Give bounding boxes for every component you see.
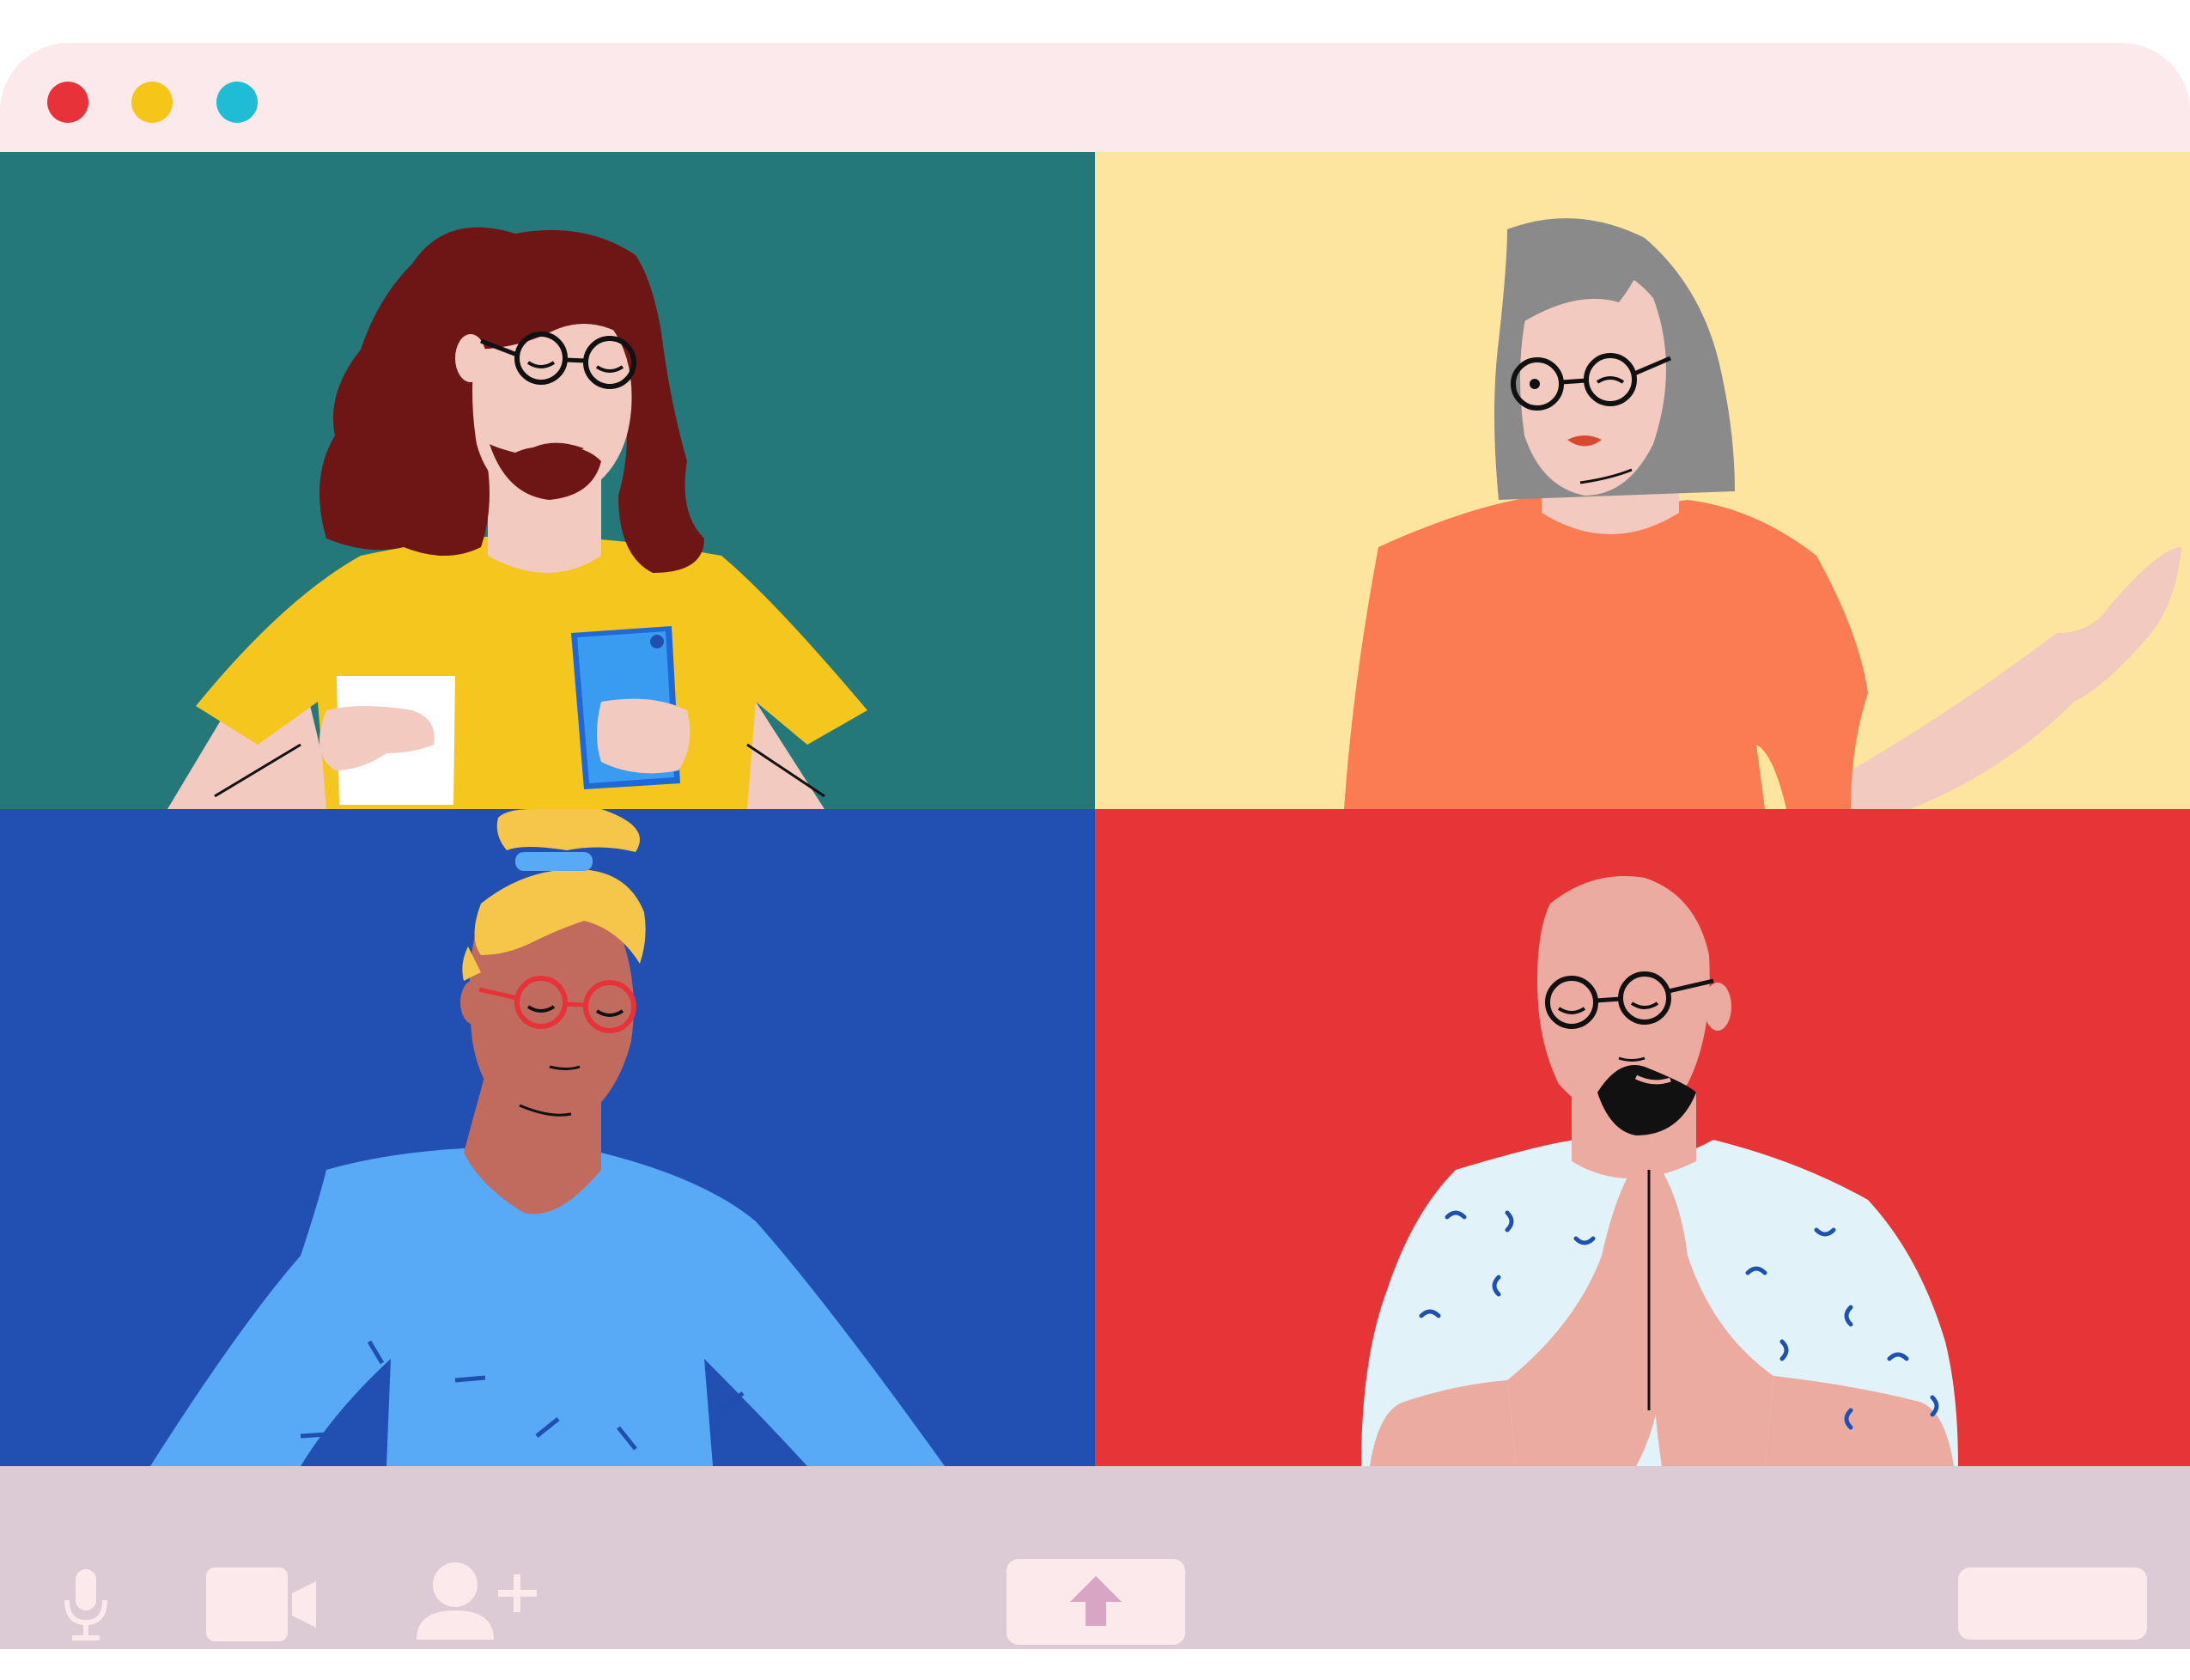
participant-2-illustration bbox=[1344, 218, 2181, 809]
share-screen-arrow-icon bbox=[1070, 1576, 1122, 1626]
participant-tile-1[interactable] bbox=[0, 152, 1095, 809]
microphone-icon[interactable] bbox=[60, 1569, 112, 1647]
participant-3-illustration bbox=[150, 809, 945, 1466]
participant-1-illustration bbox=[167, 227, 867, 809]
participant-4-illustration bbox=[1361, 876, 1958, 1466]
participant-tile-3[interactable] bbox=[0, 809, 1095, 1466]
maximize-window-button[interactable] bbox=[216, 82, 258, 123]
add-person-icon[interactable] bbox=[417, 1561, 541, 1647]
participant-tile-4[interactable] bbox=[1095, 809, 2190, 1466]
share-screen-button[interactable] bbox=[1007, 1559, 1185, 1645]
close-window-button[interactable] bbox=[47, 82, 88, 123]
participant-tile-2[interactable] bbox=[1095, 152, 2190, 809]
call-toolbar bbox=[0, 1466, 2190, 1649]
video-call-window bbox=[0, 43, 2190, 1649]
end-call-button[interactable] bbox=[1958, 1567, 2147, 1640]
window-title-bar bbox=[0, 43, 2190, 152]
minimize-window-button[interactable] bbox=[131, 82, 173, 123]
video-camera-icon[interactable] bbox=[206, 1567, 318, 1641]
participant-grid bbox=[0, 152, 2190, 1466]
